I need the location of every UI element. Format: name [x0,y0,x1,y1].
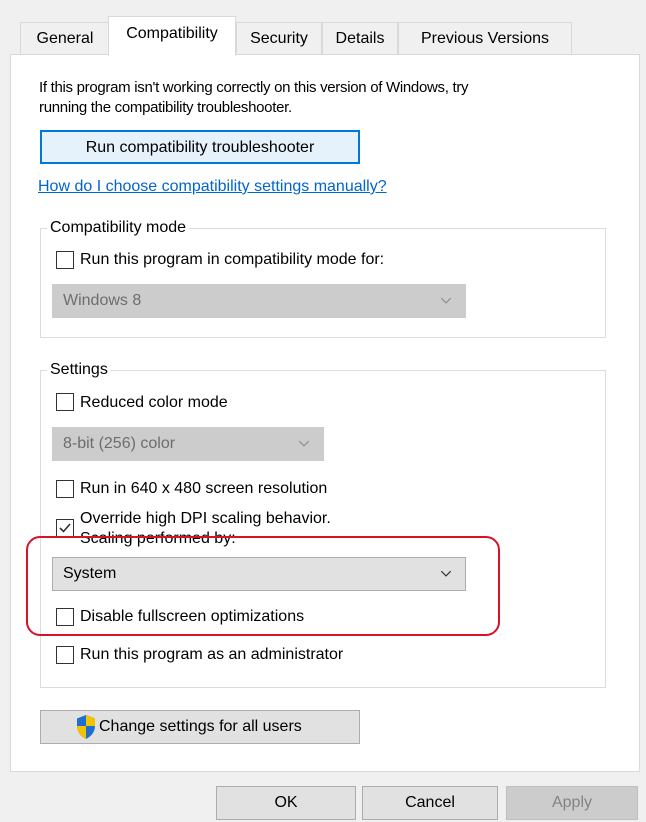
tab-label: Security [250,30,308,47]
run-troubleshooter-button[interactable]: Run compatibility troubleshooter [40,130,360,164]
compatibility-mode-checkbox[interactable] [56,251,74,269]
compatibility-os-select: Windows 8 [52,284,466,318]
intro-text-line-1: If this program isn't working correctly … [39,79,469,96]
resolution-label: Run in 640 x 480 screen resolution [80,480,328,497]
tab-compatibility[interactable]: Compatibility [108,16,236,56]
highlight-annotation [26,536,500,636]
intro-text: If this program isn't working correctly … [39,78,469,118]
intro-text-line-2: running the compatibility troubleshooter… [39,99,292,116]
dpi-override-label: Override high DPI scaling behavior. [80,510,331,527]
resolution-checkbox[interactable] [56,480,74,498]
chevron-down-icon [440,297,452,304]
cancel-button[interactable]: Cancel [362,786,498,820]
settings-label: Settings [47,360,111,380]
compatibility-mode-group [40,228,606,338]
reduced-color-checkbox[interactable] [56,393,74,411]
button-label: Run compatibility troubleshooter [85,139,315,156]
color-depth-select: 8-bit (256) color [52,427,324,461]
checkmark-icon [59,523,71,533]
select-value: 8-bit (256) color [63,435,176,452]
button-label: Change settings for all users [99,718,302,735]
tab-security[interactable]: Security [236,22,322,54]
tab-details[interactable]: Details [322,22,398,54]
tab-label: General [36,30,94,47]
compatibility-mode-checkbox-label: Run this program in compatibility mode f… [80,251,385,268]
run-as-admin-checkbox[interactable] [56,646,74,664]
tab-previous-versions[interactable]: Previous Versions [398,22,572,54]
dpi-override-checkbox[interactable] [56,519,74,537]
button-label: Cancel [405,794,455,811]
button-label: Apply [551,794,593,811]
chevron-down-icon [298,440,310,447]
tab-label: Details [335,30,385,47]
reduced-color-label: Reduced color mode [80,394,228,411]
tab-label: Compatibility [126,25,218,42]
run-as-admin-label: Run this program as an administrator [80,646,344,663]
manual-settings-link[interactable]: How do I choose compatibility settings m… [38,178,387,196]
apply-button[interactable]: Apply [506,786,638,820]
select-value: Windows 8 [63,292,142,309]
ok-button[interactable]: OK [216,786,356,820]
change-settings-all-users-button[interactable]: Change settings for all users [40,710,360,744]
tab-general[interactable]: General [20,22,110,54]
compatibility-mode-label: Compatibility mode [47,218,190,238]
button-label: OK [274,794,298,811]
shield-icon [77,715,95,739]
tab-label: Previous Versions [420,30,550,47]
